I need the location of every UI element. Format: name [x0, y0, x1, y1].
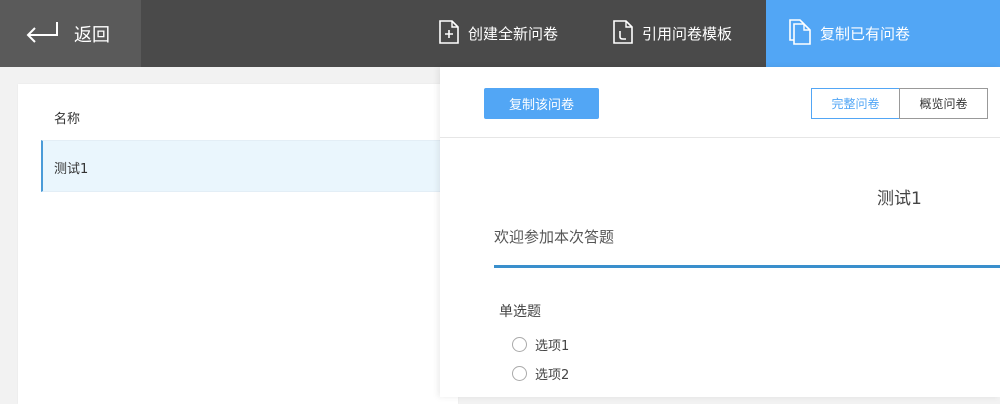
copy-this-survey-button[interactable]: 复制该问卷	[484, 88, 599, 119]
preview-toolbar: 复制该问卷 完整问卷 概览问卷	[440, 67, 1000, 138]
survey-list-item-label: 测试1	[54, 162, 89, 177]
back-button[interactable]: 返回	[0, 0, 141, 67]
tab-label: 复制已有问卷	[820, 25, 911, 43]
option-label: 选项2	[535, 368, 570, 383]
copy-document-icon	[788, 18, 820, 50]
top-nav-bar: 返回 创建全新问卷 引用问卷模板 复制已有问卷	[0, 0, 1000, 67]
list-column-header: 名称	[54, 112, 81, 127]
question-title: 单选题	[499, 304, 541, 320]
tab-use-template[interactable]: 引用问卷模板	[612, 0, 732, 67]
full-survey-view-button[interactable]: 完整问卷	[811, 88, 900, 119]
question-option[interactable]: 选项1	[512, 335, 569, 354]
option-label: 选项1	[535, 339, 570, 354]
survey-list-panel: 名称 测试1	[18, 84, 458, 404]
radio-button[interactable]	[512, 366, 527, 381]
survey-list-item[interactable]: 测试1	[41, 140, 458, 192]
new-document-icon	[438, 19, 468, 49]
radio-button[interactable]	[512, 337, 527, 352]
template-document-icon	[612, 19, 642, 49]
survey-welcome-text: 欢迎参加本次答题	[494, 228, 615, 246]
survey-title: 测试1	[877, 189, 922, 209]
survey-header-divider	[494, 265, 1000, 268]
tab-label: 创建全新问卷	[468, 25, 559, 43]
back-label: 返回	[74, 25, 110, 46]
view-mode-toggle: 完整问卷 概览问卷	[811, 88, 988, 119]
survey-preview-panel: 复制该问卷 完整问卷 概览问卷 测试1 欢迎参加本次答题 单选题 选项1 选项2	[440, 67, 1000, 397]
question-option[interactable]: 选项2	[512, 364, 569, 383]
overview-survey-view-button[interactable]: 概览问卷	[899, 88, 988, 119]
tab-copy-existing-survey[interactable]: 复制已有问卷	[766, 0, 1000, 67]
tab-create-new-survey[interactable]: 创建全新问卷	[438, 0, 558, 67]
tab-label: 引用问卷模板	[642, 25, 733, 43]
